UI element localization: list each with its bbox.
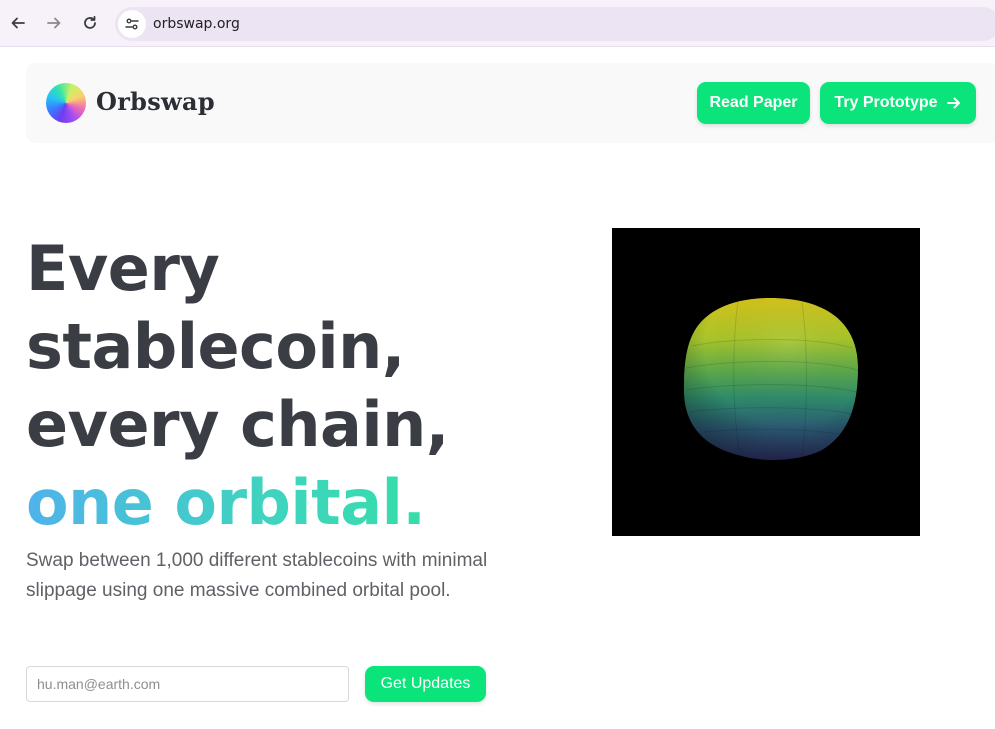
hero-title-line: every chain, <box>26 388 449 461</box>
orbswap-logo-icon[interactable] <box>46 83 86 123</box>
read-paper-button[interactable]: Read Paper <box>697 82 810 124</box>
site-info-button[interactable] <box>118 10 146 38</box>
orb-shading <box>684 298 858 460</box>
email-input[interactable] <box>26 666 349 702</box>
arrow-left-icon <box>11 17 25 29</box>
reload-icon <box>84 15 96 29</box>
get-updates-label: Get Updates <box>380 675 471 692</box>
arrow-right-icon <box>946 97 960 109</box>
try-prototype-label: Try Prototype <box>834 94 938 111</box>
get-updates-button[interactable]: Get Updates <box>365 666 486 702</box>
tune-icon <box>125 18 139 30</box>
back-button[interactable] <box>7 12 29 34</box>
address-bar[interactable]: orbswap.org <box>115 7 995 41</box>
brand-name[interactable]: Orbswap <box>96 87 215 116</box>
orbital-visualization[interactable] <box>612 228 920 536</box>
arrow-right-icon <box>47 17 61 29</box>
forward-button[interactable] <box>43 12 65 34</box>
url-text[interactable]: orbswap.org <box>153 16 240 32</box>
hero-title-accent: one orbital. <box>26 464 546 542</box>
try-prototype-button[interactable]: Try Prototype <box>820 82 976 124</box>
read-paper-label: Read Paper <box>709 94 798 111</box>
reload-button[interactable] <box>79 12 101 34</box>
hero-title: Every stablecoin, every chain, one orbit… <box>26 230 546 542</box>
browser-toolbar: orbswap.org <box>0 0 995 47</box>
site-header: Orbswap Read Paper Try Prototype <box>26 63 995 143</box>
hero-title-line: Every <box>26 232 220 305</box>
orb-render <box>684 298 859 460</box>
hero-subtitle: Swap between 1,000 different stablecoins… <box>26 550 488 601</box>
hero-title-line: stablecoin, <box>26 310 405 383</box>
